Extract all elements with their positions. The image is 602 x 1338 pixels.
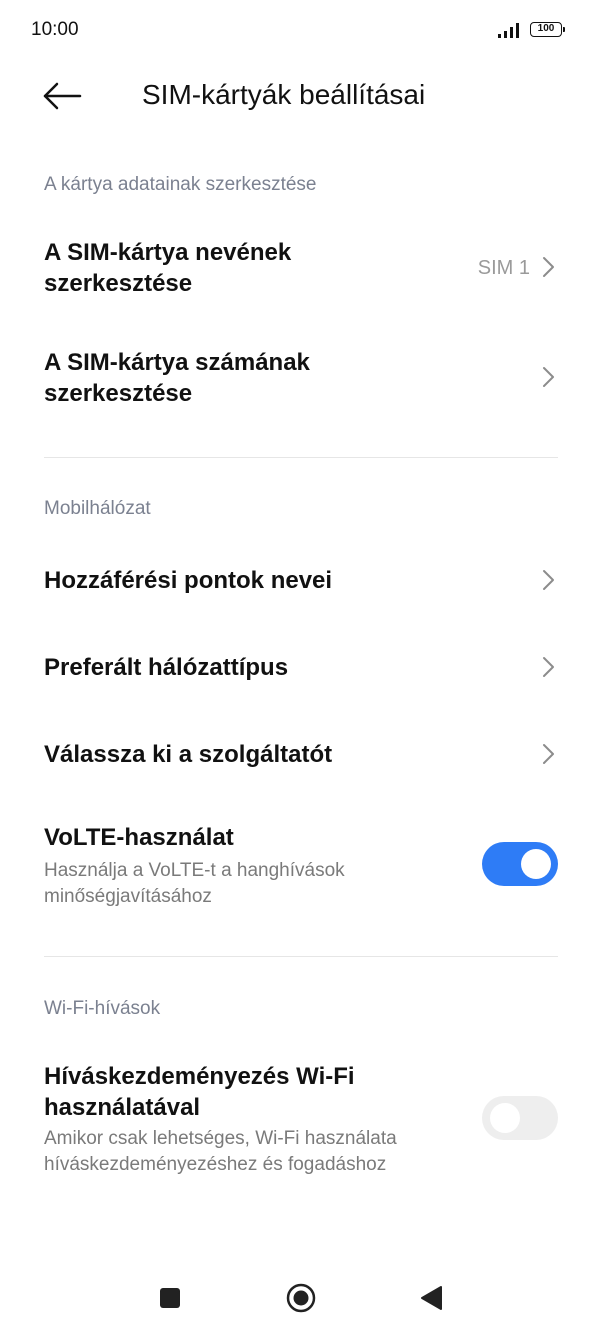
section-header-card-data: A kártya adatainak szerkesztése <box>44 174 317 195</box>
back-nav-button[interactable] <box>410 1276 454 1320</box>
battery-level: 100 <box>530 22 562 37</box>
back-button[interactable] <box>38 76 86 116</box>
row-title-line2: szerkesztése <box>44 270 193 297</box>
divider <box>44 457 558 458</box>
row-title-line2: használatával <box>44 1094 201 1121</box>
row-title-line1: Híváskezdeményezés Wi-Fi <box>44 1063 355 1090</box>
volte-toggle[interactable] <box>482 842 558 886</box>
toggle-knob <box>490 1103 520 1133</box>
home-button[interactable] <box>279 1276 323 1320</box>
row-volte: VoLTE-használat Használja a VoLTE-t a ha… <box>0 816 602 926</box>
wifi-calling-toggle[interactable] <box>482 1096 558 1140</box>
battery-tip <box>563 27 565 32</box>
circle-icon <box>286 1283 316 1313</box>
row-choose-operator[interactable]: Válassza ki a szolgáltatót <box>0 720 602 790</box>
row-title: A SIM-kártya nevének szerkesztése <box>44 237 291 299</box>
row-title-line1: A SIM-kártya számának <box>44 349 310 376</box>
divider <box>44 956 558 957</box>
row-subtitle-line1: Amikor csak lehetséges, Wi-Fi használata <box>44 1128 397 1149</box>
chevron-right-icon <box>543 570 554 590</box>
sim-name-value: SIM 1 <box>477 257 530 279</box>
battery-icon: 100 <box>530 22 566 39</box>
row-title: Hozzáférési pontok nevei <box>44 567 333 594</box>
row-subtitle-line1: Használja a VoLTE-t a hanghívások <box>44 860 345 881</box>
row-title: Preferált hálózattípus <box>44 654 289 681</box>
row-preferred-network[interactable]: Preferált hálózattípus <box>0 633 602 703</box>
row-subtitle: Amikor csak lehetséges, Wi-Fi használata… <box>44 1126 397 1178</box>
row-title-line1: A SIM-kártya nevének <box>44 239 292 266</box>
row-subtitle: Használja a VoLTE-t a hanghívások minősé… <box>44 858 345 910</box>
row-wifi-calling: Híváskezdeményezés Wi-Fi használatával A… <box>0 1058 602 1188</box>
row-subtitle-line2: minőségjavításához <box>44 886 212 907</box>
row-apn[interactable]: Hozzáférési pontok nevei <box>0 546 602 616</box>
page-title: SIM-kártyák beállításai <box>142 79 426 110</box>
navigation-bar <box>0 1262 602 1338</box>
square-icon <box>160 1288 180 1308</box>
section-header-mobile-network: Mobilhálózat <box>44 498 151 519</box>
row-title-line2: szerkesztése <box>44 380 193 407</box>
signal-icon <box>498 23 519 38</box>
row-title: VoLTE-használat <box>44 824 234 851</box>
section-header-wifi-calls: Wi-Fi-hívások <box>44 998 161 1019</box>
chevron-right-icon <box>543 367 554 387</box>
row-edit-sim-number[interactable]: A SIM-kártya számának szerkesztése <box>0 336 602 436</box>
row-title: Híváskezdeményezés Wi-Fi használatával <box>44 1061 355 1123</box>
row-edit-sim-name[interactable]: A SIM-kártya nevének szerkesztése SIM 1 <box>0 226 602 326</box>
row-subtitle-line2: híváskezdeményezéshez és fogadáshoz <box>44 1154 387 1175</box>
chevron-right-icon <box>543 257 554 277</box>
toggle-knob <box>521 849 551 879</box>
row-title: Válassza ki a szolgáltatót <box>44 741 333 768</box>
chevron-right-icon <box>543 657 554 677</box>
chevron-right-icon <box>543 744 554 764</box>
arrow-left-icon <box>43 82 82 110</box>
status-time: 10:00 <box>31 19 79 40</box>
header: SIM-kártyák beállításai <box>0 64 602 134</box>
triangle-back-icon <box>421 1286 442 1310</box>
row-title: A SIM-kártya számának szerkesztése <box>44 347 310 409</box>
status-bar: 10:00 100 <box>0 0 602 64</box>
recents-button[interactable] <box>148 1276 192 1320</box>
